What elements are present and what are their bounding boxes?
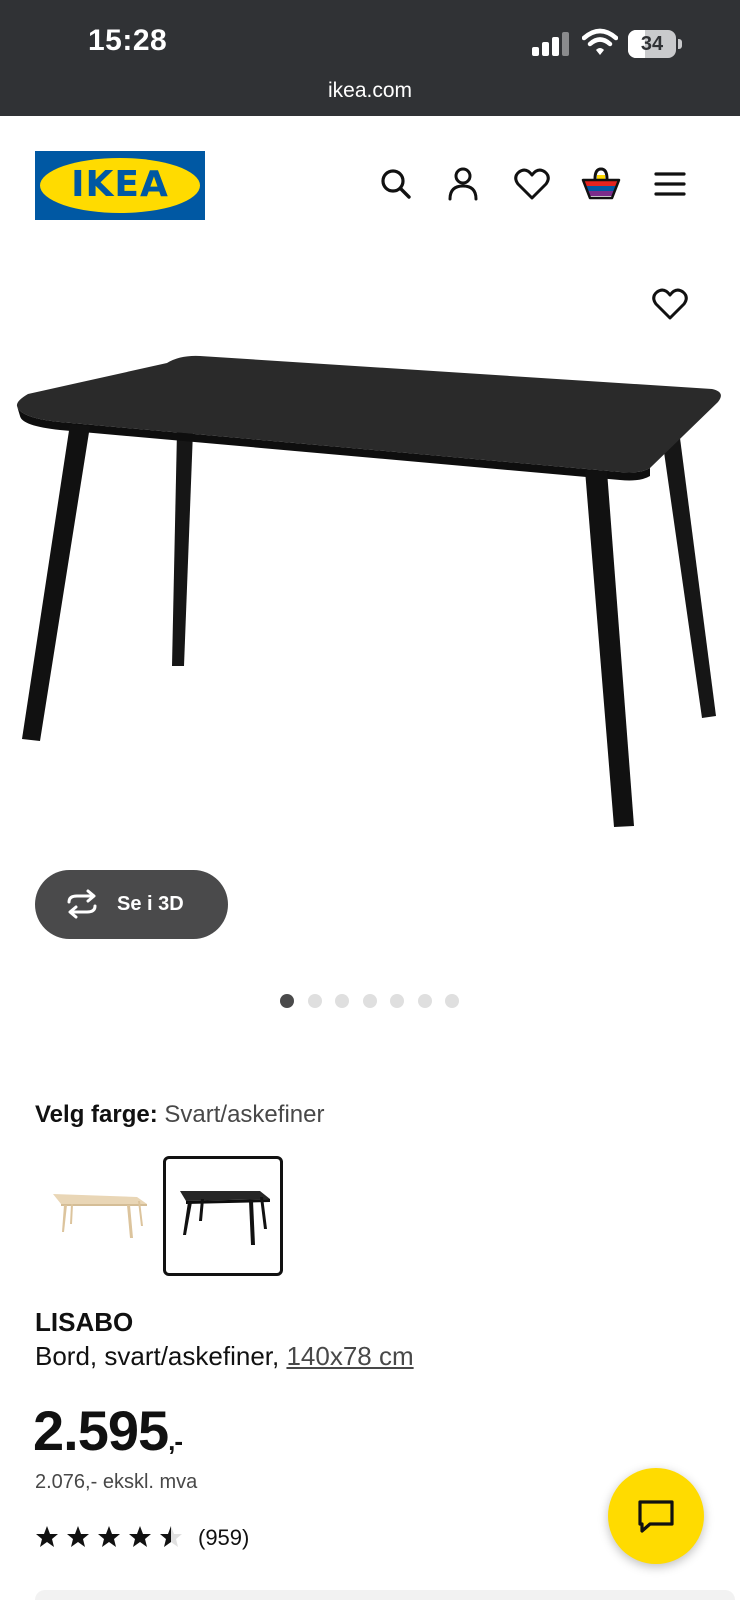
star-icon: [36, 1526, 58, 1547]
price-excluding-vat: 2.076,- ekskl. mva: [35, 1471, 198, 1493]
status-bar: 15:28 34 ikea.com: [0, 0, 740, 116]
signal-icon: [532, 32, 569, 56]
product-description: Bord, svart/askefiner, 140x78 cm: [35, 1341, 414, 1372]
url-bar[interactable]: ikea.com: [0, 79, 740, 103]
color-swatch-black[interactable]: [163, 1156, 283, 1276]
product-price: 2.595,-: [33, 1398, 183, 1463]
selected-color-value: Svart/askefiner: [164, 1101, 325, 1128]
price-value: 2.595: [33, 1399, 169, 1462]
carousel-dot[interactable]: [363, 994, 377, 1008]
menu-icon[interactable]: [650, 164, 690, 204]
ikea-logo[interactable]: IKEA: [35, 151, 205, 220]
product-image[interactable]: [0, 256, 740, 916]
star-icon: [129, 1526, 151, 1547]
product-size-link[interactable]: 140x78 cm: [286, 1341, 413, 1371]
site-header: IKEA: [0, 116, 740, 256]
star-icon: [98, 1526, 120, 1547]
color-selector-label: Velg farge: Svart/askefiner: [35, 1101, 324, 1129]
view-in-3d-label: Se i 3D: [117, 893, 184, 915]
search-icon[interactable]: [376, 164, 416, 204]
chat-button[interactable]: [608, 1468, 704, 1564]
battery-icon: 34: [628, 30, 682, 58]
rating-count[interactable]: (959): [198, 1525, 249, 1551]
battery-level: 34: [640, 33, 664, 55]
ash-table-thumbnail: [53, 1194, 147, 1238]
carousel-dot[interactable]: [445, 994, 459, 1008]
carousel-dot[interactable]: [418, 994, 432, 1008]
black-table-thumbnail: [180, 1191, 270, 1245]
carousel-dot[interactable]: [308, 994, 322, 1008]
price-suffix: ,-: [168, 1426, 183, 1456]
product-description-text: Bord, svart/askefiner,: [35, 1341, 287, 1371]
status-time: 15:28: [88, 24, 168, 57]
wifi-icon: [582, 28, 618, 55]
basket-icon[interactable]: [581, 164, 621, 204]
carousel-dot[interactable]: [280, 994, 294, 1008]
bottom-sheet-edge: [35, 1590, 735, 1600]
heart-icon[interactable]: [512, 164, 552, 204]
carousel-dot[interactable]: [335, 994, 349, 1008]
half-star-icon: [160, 1526, 182, 1547]
save-to-favourites-icon[interactable]: [650, 284, 690, 324]
chat-icon: [638, 1500, 674, 1533]
color-label-title: Velg farge:: [35, 1101, 158, 1128]
star-icon: [67, 1526, 89, 1547]
view-in-3d-button[interactable]: Se i 3D: [35, 870, 228, 939]
carousel-dot[interactable]: [390, 994, 404, 1008]
rotate-3d-icon: [67, 889, 97, 919]
account-icon[interactable]: [443, 164, 483, 204]
color-swatch-ash[interactable]: [39, 1156, 159, 1276]
product-name: LISABO: [35, 1307, 134, 1337]
